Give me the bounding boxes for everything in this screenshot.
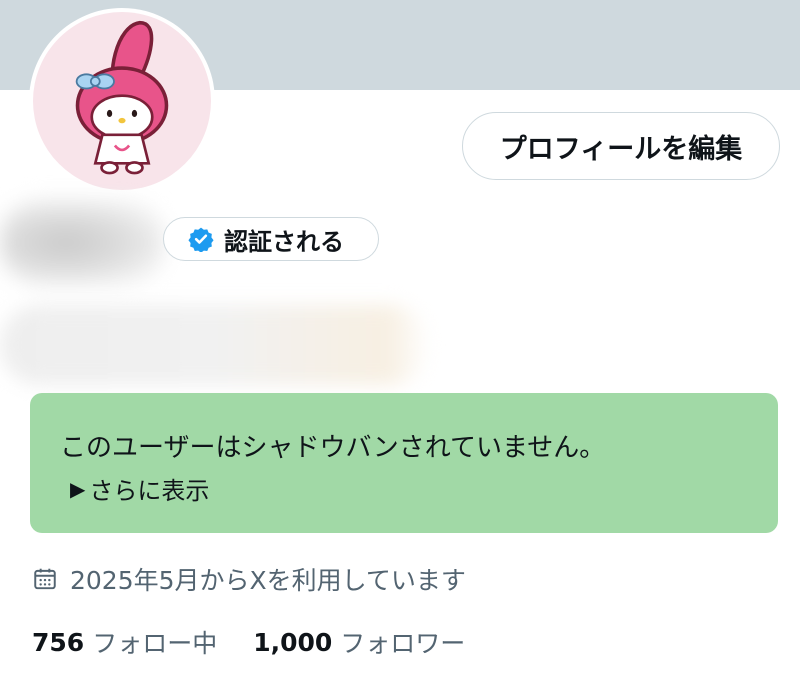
character-avatar-icon: [75, 20, 169, 175]
redacted-username: [0, 305, 430, 385]
join-date-text: 2025年5月からXを利用しています: [70, 566, 466, 595]
verified-badge-icon: [188, 226, 214, 252]
followers-link[interactable]: 1,000 フォロワー: [253, 624, 465, 660]
show-more-link[interactable]: ▶ さらに表示: [70, 471, 209, 506]
expand-arrow-icon: ▶: [70, 476, 86, 501]
avatar-image: [33, 12, 211, 190]
shadowban-notice: このユーザーはシャドウバンされていません。 ▶ さらに表示: [30, 393, 778, 533]
following-link[interactable]: 756 フォロー中: [32, 624, 217, 660]
followers-label: フォロワー: [340, 629, 466, 658]
calendar-icon: [32, 566, 58, 592]
redacted-display-name: [0, 200, 165, 285]
follow-stats: 756 フォロー中 1,000 フォロワー: [32, 624, 465, 660]
show-more-label: さらに表示: [89, 477, 210, 505]
shadowban-message: このユーザーはシャドウバンされていません。: [60, 433, 606, 463]
profile-avatar[interactable]: [29, 8, 215, 194]
edit-profile-button[interactable]: プロフィールを編集: [462, 112, 780, 180]
join-date: 2025年5月からXを利用しています: [32, 561, 466, 597]
verified-label: 認証される: [224, 227, 344, 256]
following-label: フォロー中: [92, 629, 218, 658]
followers-count: 1,000: [253, 627, 333, 657]
following-count: 756: [32, 627, 85, 657]
verified-button[interactable]: 認証される: [163, 217, 379, 261]
